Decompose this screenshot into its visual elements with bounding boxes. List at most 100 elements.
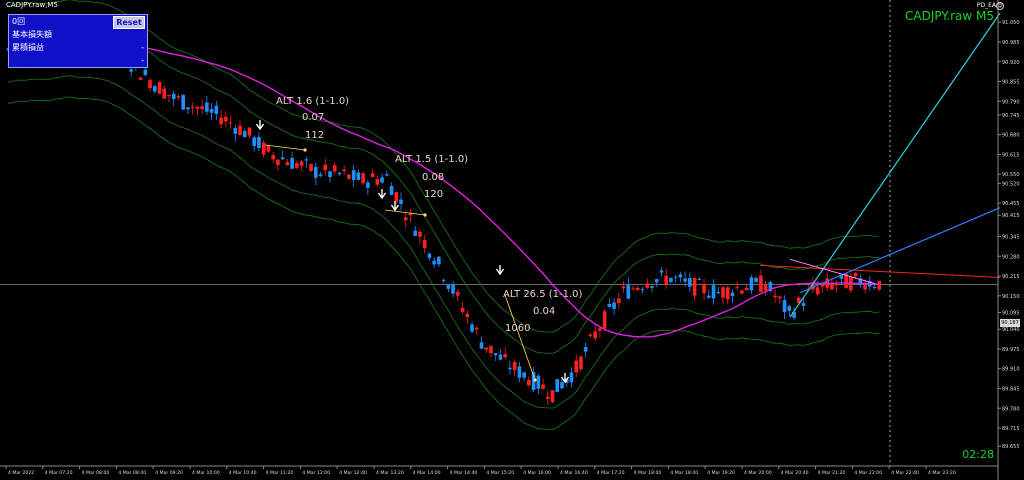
y-tick-label: 91.050	[1002, 20, 1020, 26]
reset-button[interactable]: Reset	[113, 16, 145, 29]
candle-body	[427, 253, 432, 258]
candle-body	[318, 174, 323, 176]
x-tick-label: 4 Mar 09:20	[155, 470, 183, 476]
x-tick-label: 4 Mar 16:00	[523, 470, 551, 476]
y-tick-label: 90.150	[1002, 294, 1020, 300]
candle-body	[238, 125, 242, 135]
x-tick-label: 4 Mar 16:40	[560, 470, 588, 476]
trade-annotation-3-amount: 1060	[505, 323, 531, 334]
candle-body	[375, 179, 380, 185]
candle-body	[654, 279, 659, 283]
smiley-icon[interactable]: ☺	[996, 2, 1004, 10]
candle-body	[309, 163, 313, 171]
candle-body	[205, 102, 209, 112]
candle-body	[366, 182, 370, 188]
candle-body	[493, 353, 498, 356]
x-tick-label: 4 Mar 17:20	[597, 470, 625, 476]
price-chart[interactable]: 91.050 90.985 90.920 90.855 90.790 90.745 90.6…	[0, 0, 1024, 480]
trade-annotation-2-amount: 120	[424, 189, 444, 200]
candle-body	[617, 298, 621, 304]
candle-body	[621, 286, 626, 289]
y-tick-label: 89.845	[1002, 386, 1020, 392]
candle-body	[640, 289, 645, 291]
candle-body	[342, 169, 346, 171]
y-tick-label: 90.615	[1002, 152, 1020, 158]
candle-body	[432, 260, 436, 265]
x-tick-label: 4 Mar 22:00	[854, 470, 882, 476]
candle-body	[707, 295, 711, 298]
candle-body	[801, 303, 806, 306]
candle-body	[749, 277, 754, 291]
candle-body	[872, 287, 877, 289]
panel-cumulative-pl: 累積損益	[12, 43, 44, 52]
y-tick-label: 90.985	[1002, 40, 1020, 46]
x-tick-label: 4 Mar 12:40	[339, 470, 367, 476]
candle-body	[446, 284, 451, 289]
panel-base-loss-value: -	[141, 43, 144, 52]
candle-body	[725, 287, 730, 300]
trade-annotation-1-amount: 112	[305, 130, 325, 141]
panel-base-loss: 基本損失額	[12, 30, 52, 39]
candle-body	[474, 327, 479, 330]
candle-body	[323, 164, 328, 171]
y-tick-label: 89.910	[1002, 367, 1020, 373]
ea-panel: 0回 基本損失額 累積損益 Reset - -	[8, 14, 148, 68]
candle-body	[257, 136, 261, 148]
y-tick-label: 90.550	[1002, 172, 1020, 178]
candle-body	[356, 172, 361, 180]
candle-body	[299, 161, 304, 166]
x-tick-label: 4 Mar 12:00	[302, 470, 330, 476]
candle-body	[721, 287, 725, 298]
x-tick-label: 4 Mar 19:20	[707, 470, 735, 476]
candle-body	[470, 324, 474, 332]
candle-body	[569, 372, 574, 383]
candle-body	[602, 311, 607, 329]
candle-body	[517, 366, 522, 378]
candle-body	[385, 174, 389, 176]
y-tick-label: 90.920	[1002, 60, 1020, 66]
candle-body	[735, 286, 740, 288]
y-tick-label: 90.790	[1002, 99, 1020, 105]
y-tick-label: 90.040	[1002, 327, 1020, 333]
trade-annotation-3-label: ALT 26.5 (1-1.0)	[503, 289, 583, 300]
candle-body	[763, 285, 768, 291]
candle-body	[219, 117, 223, 125]
candle-body	[228, 122, 233, 124]
candle-body	[460, 307, 465, 312]
panel-cumulative-pl-value: -	[141, 56, 144, 65]
x-tick-label: 4 Mar 08:00	[82, 470, 110, 476]
candle-body	[304, 159, 309, 161]
candle-body	[313, 167, 318, 178]
x-tick-label: 4 Mar 21:20	[818, 470, 846, 476]
candle-body	[181, 94, 185, 110]
candle-body	[285, 161, 290, 166]
candle-body	[834, 283, 839, 286]
candle-body	[214, 105, 219, 114]
candle-body	[413, 230, 418, 236]
candle-body	[162, 88, 167, 99]
y-tick-label: 90.520	[1002, 181, 1020, 187]
candle-body	[138, 77, 143, 80]
y-tick-label: 89.780	[1002, 406, 1020, 412]
candle-body	[370, 173, 375, 177]
candle-body	[740, 290, 744, 294]
candle-body	[697, 279, 702, 281]
y-tick-label: 90.680	[1002, 133, 1020, 139]
x-tick-label: 4 Mar 23:20	[928, 470, 956, 476]
candle-body	[579, 356, 583, 370]
candle-body	[702, 283, 706, 294]
candle-body	[782, 300, 787, 313]
candle-body	[673, 276, 678, 278]
candle-body	[403, 217, 408, 221]
candle-body	[233, 127, 238, 134]
candle-body	[224, 116, 228, 122]
trade-annotation-2-value: 0.08	[422, 172, 445, 183]
candle-body	[479, 342, 484, 349]
candle-body	[754, 278, 758, 282]
candle-body	[536, 375, 541, 389]
candle-body	[730, 292, 735, 297]
candle-body	[176, 96, 181, 98]
trade-annotation-3-value: 0.04	[533, 306, 556, 317]
candle-body	[744, 287, 749, 291]
candle-body	[157, 81, 162, 94]
